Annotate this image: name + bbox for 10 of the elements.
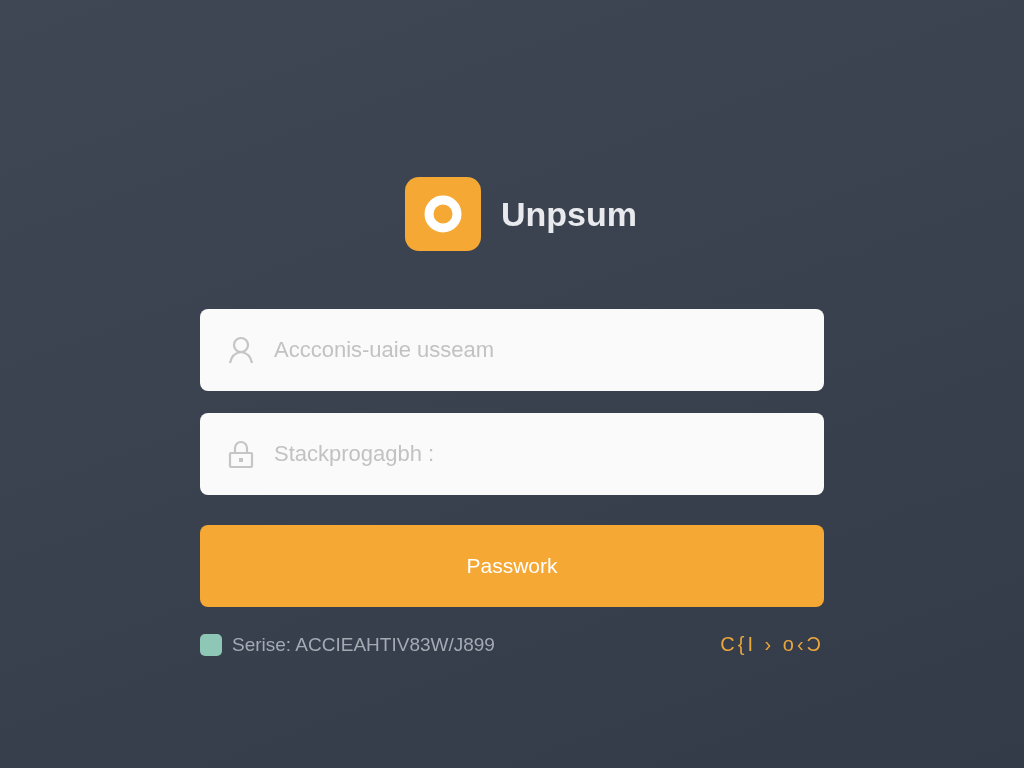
code-text: C{I › o‹Ͻ: [720, 633, 824, 656]
logo-icon: [405, 177, 481, 251]
serial-text: Serise: ACCIEAHTIV83W/J899: [232, 633, 495, 656]
status-square-icon: [200, 633, 222, 656]
user-icon: [228, 336, 254, 364]
username-field[interactable]: Accconis-uaie usseam: [200, 309, 824, 391]
submit-button[interactable]: Passwork: [200, 525, 824, 607]
lock-icon: [228, 439, 254, 469]
brand-name: Unpsum: [501, 194, 637, 234]
password-field[interactable]: Stackprogagbh :: [200, 413, 824, 495]
